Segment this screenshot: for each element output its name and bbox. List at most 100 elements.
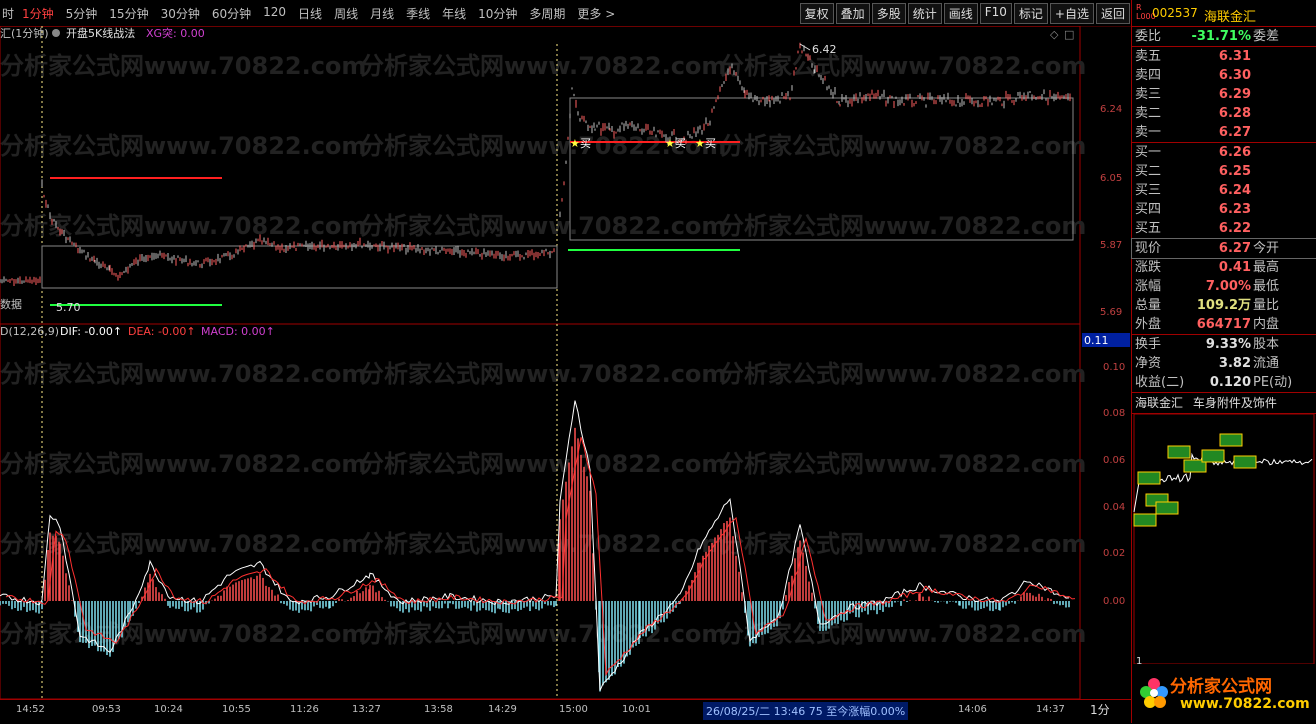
watermark-text: 分析家公式网www.70822.com bbox=[720, 530, 1086, 558]
period-tab[interactable]: 1分钟 bbox=[16, 5, 60, 22]
toolbar-button[interactable]: F10 bbox=[979, 3, 1012, 24]
period-tabs: 时 1分钟 5分钟 15分钟 30分钟 60分钟 120 日线 周线 月线 季线 年线 10分钟 多周期… bbox=[0, 5, 621, 22]
macd-title: D(12,26,9) bbox=[0, 325, 59, 338]
data-label: 数据 bbox=[0, 297, 22, 311]
watermark-text: 分析家公式网www.70822.com bbox=[720, 212, 1086, 240]
watermark-text: 分析家公式网www.70822.com bbox=[720, 132, 1086, 160]
mini-marker bbox=[1167, 445, 1191, 459]
price-tick: 6.24 bbox=[1100, 104, 1122, 115]
sector-row[interactable]: 海联金汇 车身附件及饰件 bbox=[1132, 392, 1316, 414]
high-label: 6.42 bbox=[812, 43, 837, 56]
time-tick: 11:26 bbox=[290, 704, 319, 715]
stats-row: 净资 3.82 流通 bbox=[1135, 356, 1280, 371]
period-tab[interactable]: 季线 bbox=[400, 5, 436, 22]
time-tick: 13:27 bbox=[352, 704, 381, 715]
quote-row: 涨幅 7.00% 最低 bbox=[1135, 279, 1280, 294]
period-tab[interactable]: 年线 bbox=[436, 5, 472, 22]
watermark-text: 分析家公式网www.70822.com bbox=[0, 132, 366, 160]
watermark-layer: 分析家公式网www.70822.com分析家公式网www.70822.com分析… bbox=[0, 52, 1086, 648]
watermark-text: 分析家公式网www.70822.com bbox=[360, 620, 726, 648]
quote-panel: R L000 002537 海联金汇 委比 -31.71% 委差 卖五 6.31 卖四… bbox=[1131, 0, 1316, 723]
toolbar-button[interactable]: 叠加 bbox=[835, 3, 870, 24]
stats-row: 换手 9.33% 股本 bbox=[1135, 337, 1280, 352]
bids-row: 买一 6.26 bbox=[1135, 145, 1251, 160]
bottom-cut: 1分 bbox=[1090, 703, 1110, 717]
buy-label: 买 bbox=[580, 137, 591, 150]
period-tab[interactable]: 周线 bbox=[328, 5, 364, 22]
macd-dea: DEA: -0.00↑ bbox=[128, 325, 196, 338]
bids-row: 买三 6.24 bbox=[1135, 183, 1251, 198]
watermark-text: 分析家公式网www.70822.com bbox=[360, 52, 726, 80]
asks-row: 卖二 6.28 bbox=[1135, 106, 1251, 121]
stats-list: 换手 9.33% 股本 净资 3.82 流通 收益(二) 0.120 PE(动) bbox=[1132, 335, 1316, 392]
time-tick: 13:58 bbox=[424, 704, 453, 715]
watermark-text: 分析家公式网www.70822.com bbox=[360, 450, 726, 478]
time-tick: 14:29 bbox=[488, 704, 517, 715]
period-tab[interactable]: 更多 > bbox=[571, 5, 621, 22]
watermark-text: 分析家公式网www.70822.com bbox=[0, 212, 366, 240]
toolbar-button[interactable]: +自选 bbox=[1049, 3, 1094, 24]
macd-tick: 0.08 bbox=[1103, 408, 1125, 419]
mini-chart bbox=[1132, 413, 1316, 665]
period-toolbar: 时 1分钟 5分钟 15分钟 30分钟 60分钟 120 日线 周线 月线 季线 年线 10分钟 多周期… bbox=[0, 0, 1131, 27]
macd-cursor-value: 0.11 bbox=[1084, 334, 1109, 347]
status-text: 26/08/25/二 13:46 75 至今涨幅0.00% bbox=[703, 702, 909, 720]
quote-row: 现价 6.27 今开 bbox=[1131, 238, 1316, 259]
buy-label: 买 bbox=[705, 137, 716, 150]
logo-url: www.70822.com bbox=[1180, 696, 1310, 712]
buy-star-icon: ★ bbox=[665, 137, 675, 150]
asks-row: 卖三 6.29 bbox=[1135, 87, 1251, 102]
bids-row: 买五 6.22 bbox=[1135, 221, 1251, 236]
diamond-icon[interactable]: ◇ bbox=[1050, 28, 1059, 41]
quote-row: 涨跌 0.41 最高 bbox=[1135, 260, 1280, 275]
period-tab[interactable]: 多周期 bbox=[523, 5, 571, 22]
square-icon[interactable]: □ bbox=[1064, 28, 1074, 41]
macd-tick: 0.10 bbox=[1103, 362, 1125, 373]
indicator-gear-icon[interactable] bbox=[52, 29, 60, 37]
mini-marker bbox=[1233, 455, 1257, 469]
toolbar-button[interactable]: 多股 bbox=[871, 3, 906, 24]
macd-dif: DIF: -0.00↑ bbox=[60, 325, 122, 338]
range-box-1 bbox=[41, 245, 558, 289]
logo-title: 分析家公式网 bbox=[1170, 677, 1272, 697]
bid-list: 买一 6.26 买二 6.25 买三 6.24 买四 6.23 买五 6.22 bbox=[1132, 143, 1316, 238]
period-tab[interactable]: 60分钟 bbox=[206, 5, 257, 22]
watermark-text: 分析家公式网www.70822.com bbox=[360, 530, 726, 558]
time-tick: 10:01 bbox=[622, 704, 651, 715]
toolbar-button[interactable]: 标记 bbox=[1013, 3, 1048, 24]
toolbar-button[interactable]: 返回 bbox=[1095, 3, 1130, 24]
period-tab[interactable]: 日线 bbox=[292, 5, 328, 22]
indicator-name: 开盘5K线战法 bbox=[66, 26, 135, 40]
period-tab[interactable]: 120 bbox=[257, 5, 292, 22]
macd-y-axis: 0.10 0.08 0.06 0.04 0.02 0.00 bbox=[1103, 362, 1125, 607]
time-tick: 15:00 bbox=[559, 704, 588, 715]
macd-tick: 0.02 bbox=[1103, 548, 1125, 559]
macd-macd: MACD: 0.00↑ bbox=[201, 325, 275, 338]
period-tab[interactable]: 月线 bbox=[364, 5, 400, 22]
watermark-text: 分析家公式网www.70822.com bbox=[0, 450, 366, 478]
watermark-text: 分析家公式网www.70822.com bbox=[0, 52, 366, 80]
quote-row: 总量 109.2万 量比 bbox=[1135, 298, 1280, 313]
bids-row: 买二 6.25 bbox=[1135, 164, 1251, 179]
period-tab[interactable]: 30分钟 bbox=[155, 5, 206, 22]
toolbar-button[interactable]: 画线 bbox=[943, 3, 978, 24]
price-y-axis: 6.24 6.05 5.87 5.69 bbox=[1100, 104, 1122, 318]
watermark-text: 分析家公式网www.70822.com bbox=[720, 360, 1086, 388]
quote-row: 外盘 664717 内盘 bbox=[1135, 317, 1280, 332]
watermark-text: 分析家公式网www.70822.com bbox=[360, 360, 726, 388]
period-tab[interactable]: 10分钟 bbox=[472, 5, 523, 22]
time-tick: 10:24 bbox=[154, 704, 183, 715]
stock-header: R L000 002537 海联金汇 bbox=[1132, 0, 1316, 27]
toolbar-button[interactable]: 统计 bbox=[907, 3, 942, 24]
mini-marker bbox=[1133, 513, 1157, 527]
time-tick: 14:06 bbox=[958, 704, 987, 715]
chart-title: 汇(1分钟) bbox=[0, 26, 49, 40]
toolbar-button[interactable]: 复权 bbox=[799, 3, 834, 24]
watermark-text: 分析家公式网www.70822.com bbox=[720, 52, 1086, 80]
watermark-text: 分析家公式网www.70822.com bbox=[0, 620, 366, 648]
period-tab[interactable]: 5分钟 bbox=[60, 5, 104, 22]
chart-area[interactable]: 分析家公式网www.70822.com分析家公式网www.70822.com分析… bbox=[0, 26, 1131, 699]
flower-logo-icon bbox=[1140, 678, 1168, 708]
sector-industry: 车身附件及饰件 bbox=[1192, 396, 1277, 410]
period-tab[interactable]: 15分钟 bbox=[103, 5, 154, 22]
